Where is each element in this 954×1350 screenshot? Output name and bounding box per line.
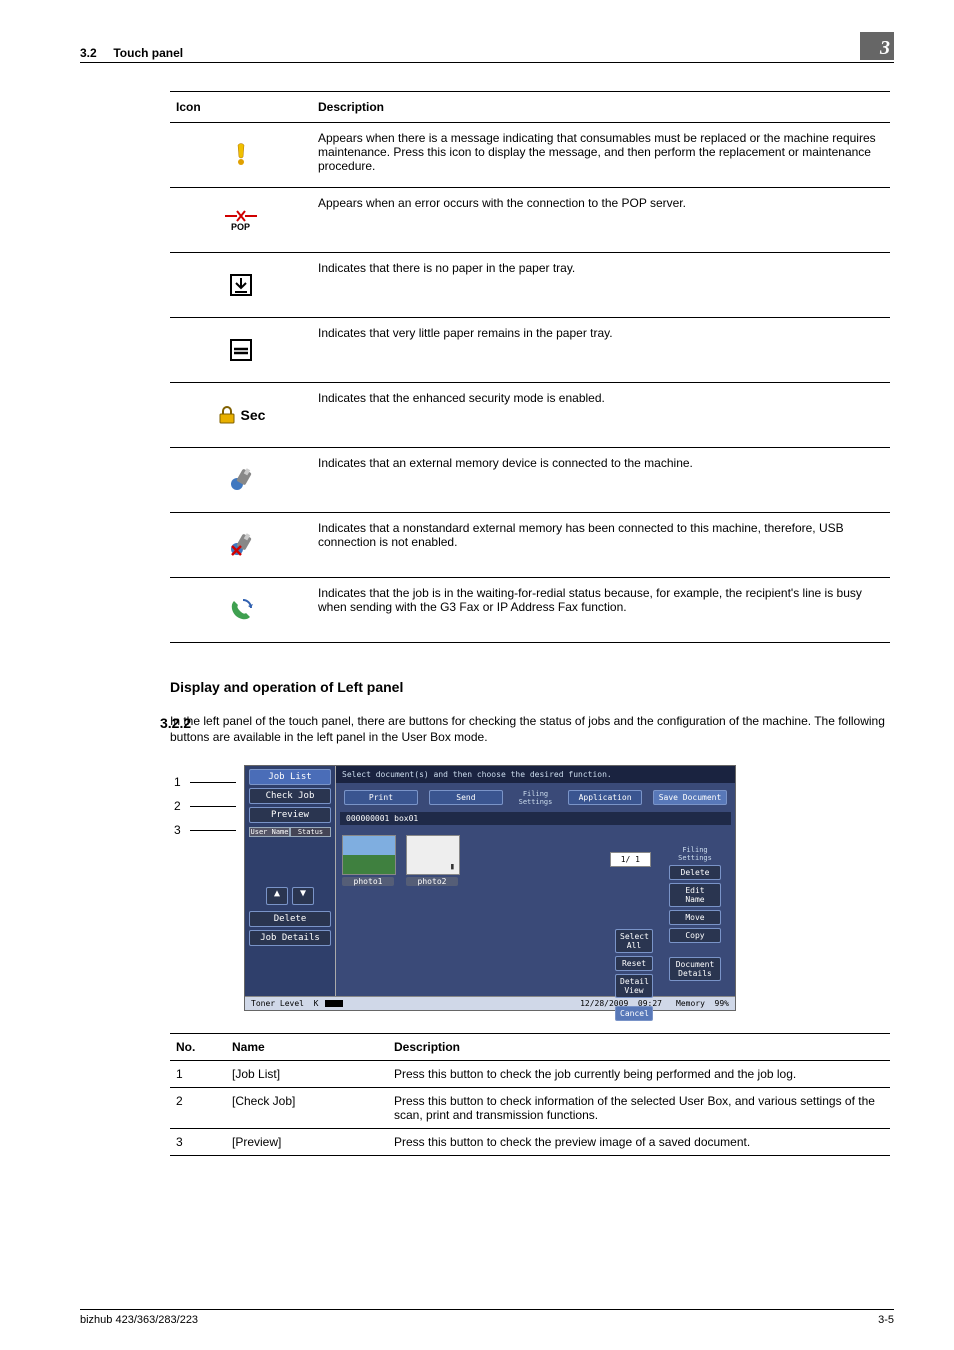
thumbnail-2[interactable]: ▮photo2	[406, 835, 458, 886]
copy-button[interactable]: Copy	[669, 928, 721, 943]
scroll-up-button[interactable]: ▲	[266, 887, 288, 905]
scroll-down-button[interactable]: ▼	[292, 887, 314, 905]
icon-desc: Appears when there is a message indicati…	[312, 123, 890, 188]
document-details-button[interactable]: Document Details	[669, 957, 721, 981]
desc-col-head: Description	[312, 92, 890, 123]
section-body: In the left panel of the touch panel, th…	[170, 713, 890, 745]
toner-k: K	[314, 999, 319, 1008]
r-delete-button[interactable]: Delete	[669, 865, 721, 880]
delete-button[interactable]: Delete	[249, 911, 331, 927]
icon-col-head: Icon	[170, 92, 312, 123]
select-all-button[interactable]: Select All	[615, 929, 653, 953]
redial-wait-icon	[228, 597, 254, 623]
external-memory-warn-icon	[229, 533, 253, 557]
icon-table: Icon Description Appears when there is a…	[170, 91, 890, 643]
move-button[interactable]: Move	[669, 910, 721, 925]
reset-button[interactable]: Reset	[615, 956, 653, 971]
box-info-bar: 000000001 box01	[340, 812, 731, 825]
icon-desc: Appears when an error occurs with the co…	[312, 188, 890, 253]
edit-name-button[interactable]: Edit Name	[669, 883, 721, 907]
attention-icon	[233, 143, 249, 167]
no-paper-icon	[230, 274, 252, 296]
check-job-button[interactable]: Check Job	[249, 788, 331, 804]
page-indicator: 1/ 1	[610, 852, 651, 867]
low-paper-icon	[230, 339, 252, 361]
table-row: 1 [Job List] Press this button to check …	[170, 1061, 890, 1088]
table-row: 3 [Preview] Press this button to check t…	[170, 1129, 890, 1156]
toner-gauge-icon	[325, 1000, 343, 1007]
icon-desc: Indicates that an external memory device…	[312, 448, 890, 513]
num-head: No.	[170, 1034, 226, 1061]
status-tab[interactable]: Status	[290, 827, 331, 837]
job-list-button[interactable]: Job List	[249, 769, 331, 785]
footer-model: bizhub 423/363/283/223	[80, 1314, 198, 1326]
save-document-tab[interactable]: Save Document	[653, 790, 727, 805]
name-head: Name	[226, 1034, 388, 1061]
filing-settings-label: Filing Settings	[665, 846, 725, 862]
icon-desc: Indicates that very little paper remains…	[312, 318, 890, 383]
section-number: 3.2.2	[160, 715, 191, 731]
username-tab[interactable]: User Name	[249, 827, 290, 837]
callout-3: 3	[174, 823, 190, 837]
detail-view-button[interactable]: Detail View	[615, 974, 653, 998]
instruction-text: Select document(s) and then choose the d…	[336, 766, 735, 783]
footer-page: 3-5	[878, 1314, 894, 1326]
icon-desc: Indicates that the enhanced security mod…	[312, 383, 890, 448]
footer-mem-pct: 99%	[715, 999, 729, 1008]
icon-desc: Indicates that the job is in the waiting…	[312, 578, 890, 643]
application-tab[interactable]: Application	[568, 790, 642, 805]
callout-1: 1	[174, 775, 190, 789]
chapter-badge: 3	[860, 32, 894, 60]
security-icon: Sec	[217, 405, 266, 425]
header-title: Touch panel	[113, 46, 183, 60]
preview-button[interactable]: Preview	[249, 807, 331, 823]
callout-2: 2	[174, 799, 190, 813]
header-section: 3.2	[80, 46, 97, 60]
job-details-button[interactable]: Job Details	[249, 930, 331, 946]
toner-level-label: Toner Level	[251, 999, 304, 1008]
table-row: 2 [Check Job] Press this button to check…	[170, 1088, 890, 1129]
pop-error-icon: POP	[223, 208, 259, 232]
desc-head: Description	[388, 1034, 890, 1061]
svg-text:POP: POP	[231, 222, 250, 232]
print-tab[interactable]: Print	[344, 790, 418, 805]
cancel-button[interactable]: Cancel	[615, 1006, 653, 1021]
footer-mem-label: Memory	[676, 999, 705, 1008]
thumbnail-1[interactable]: photo1	[342, 835, 394, 886]
left-panel-table: No. Name Description 1 [Job List] Press …	[170, 1033, 890, 1156]
external-memory-icon	[229, 468, 253, 492]
panel-screenshot: Job List Check Job Preview User Name Sta…	[244, 765, 736, 1011]
send-tab[interactable]: Send	[429, 790, 503, 805]
security-label: Sec	[241, 407, 266, 423]
filing-label: Filing Settings	[510, 790, 561, 806]
icon-desc: Indicates that there is no paper in the …	[312, 253, 890, 318]
section-title: Display and operation of Left panel	[170, 679, 894, 695]
icon-desc: Indicates that a nonstandard external me…	[312, 513, 890, 578]
